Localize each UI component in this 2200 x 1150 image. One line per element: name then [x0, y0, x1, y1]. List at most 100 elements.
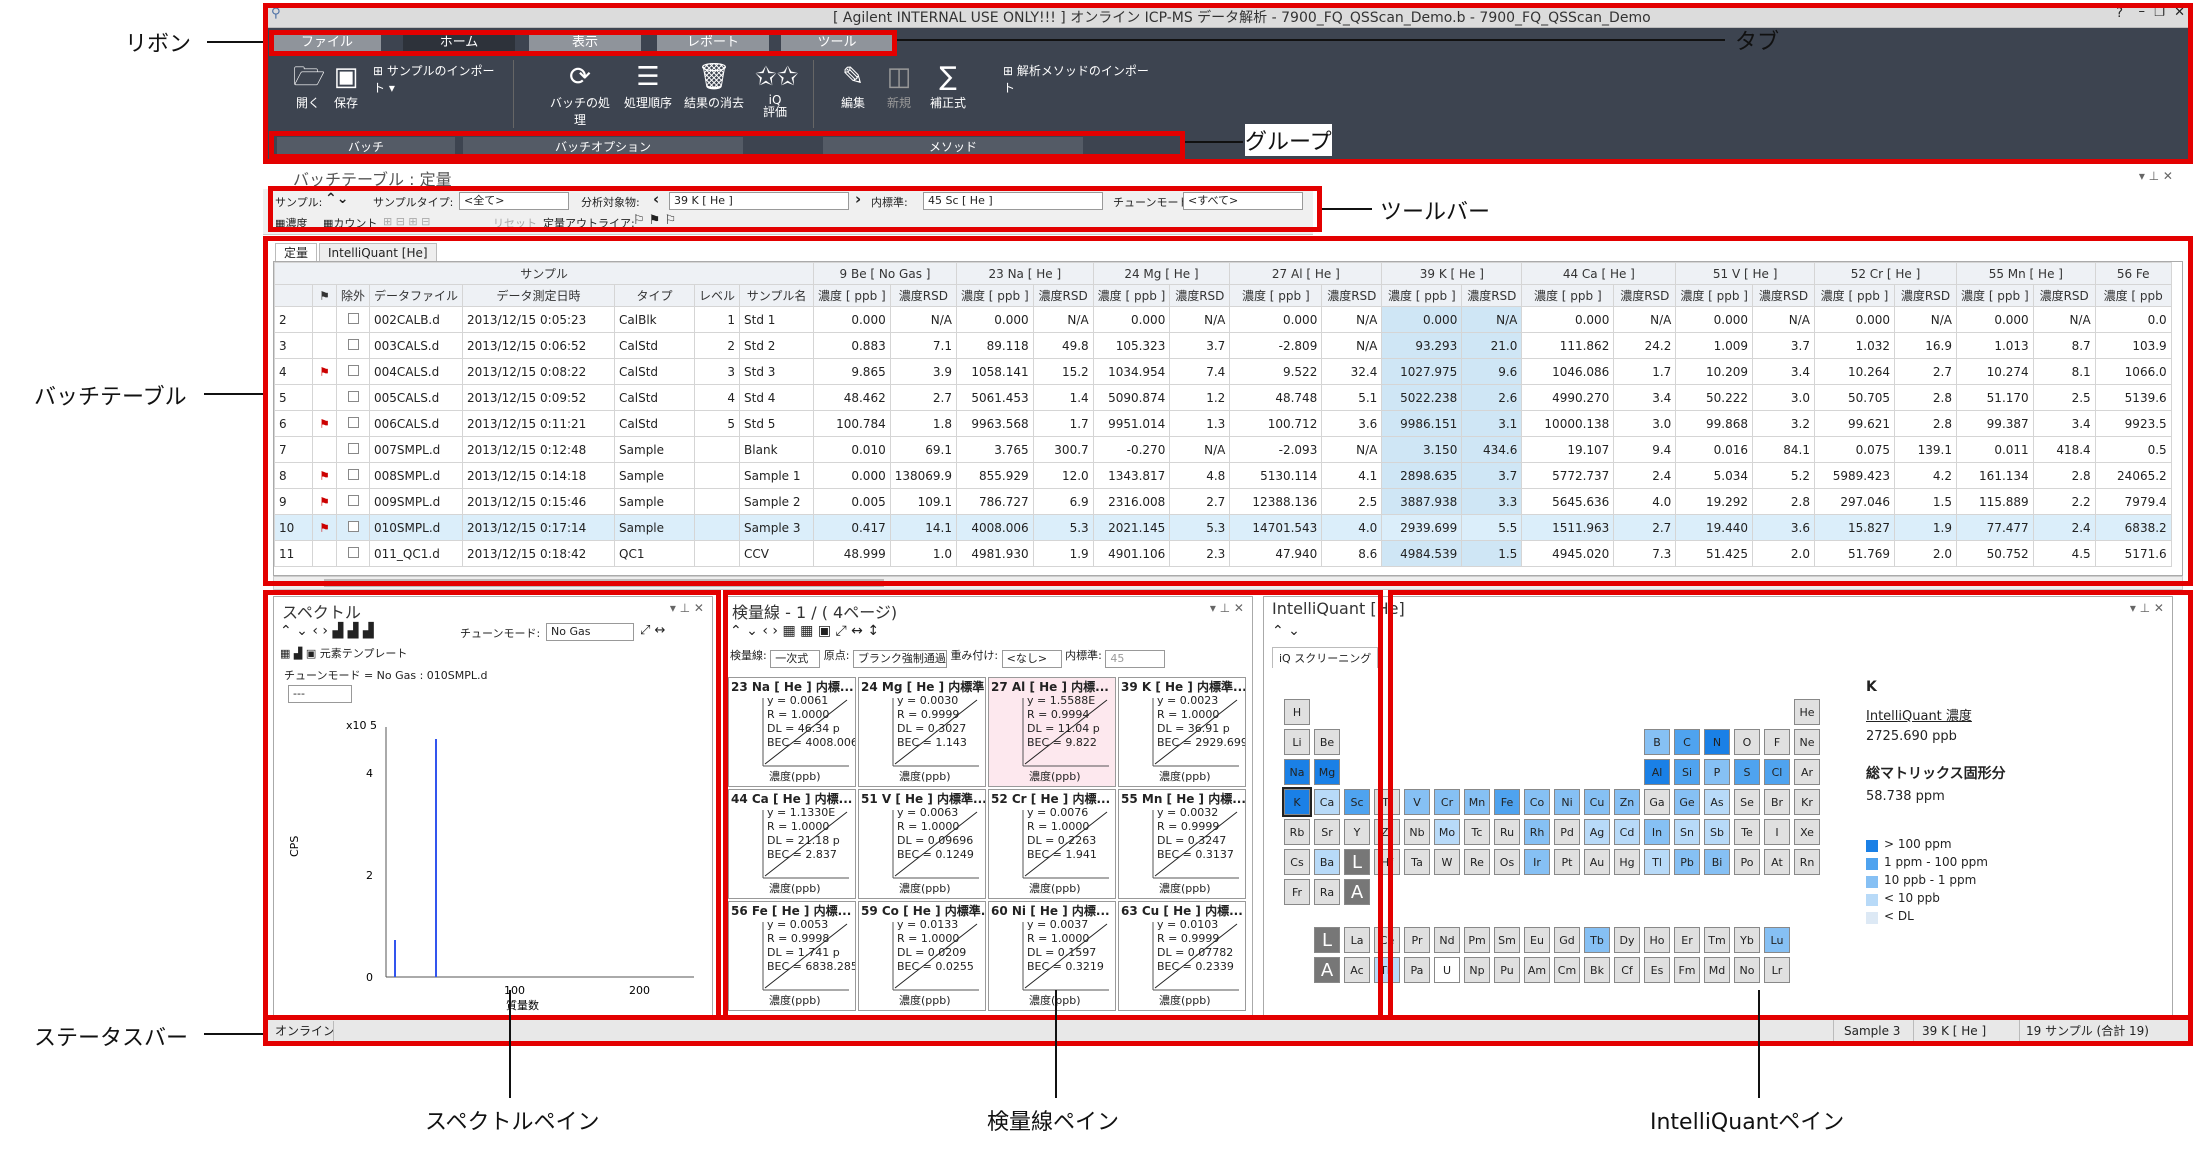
- element-cell[interactable]: Ga: [1644, 789, 1670, 815]
- element-header[interactable]: 55 Mn [ He ]: [1956, 262, 2096, 285]
- analyte-select[interactable]: 39 K [ He ]: [669, 192, 849, 210]
- iq-link[interactable]: IntelliQuant 濃度: [1866, 705, 1972, 724]
- element-cell[interactable]: Zr: [1374, 819, 1400, 845]
- sample-type[interactable]: Sample: [614, 488, 696, 515]
- element-cell[interactable]: La: [1344, 927, 1370, 953]
- tab-home[interactable]: ホーム: [403, 31, 515, 55]
- element-cell[interactable]: Dy: [1614, 927, 1640, 953]
- pane-controls[interactable]: ▾ ⊥ ✕: [2130, 601, 2164, 615]
- calibration-curve-cell[interactable]: 52 Cr [ He ] 内標... y = 0.0076 R = 1.0000 …: [988, 789, 1116, 899]
- element-cell[interactable]: Fe: [1494, 789, 1520, 815]
- element-cell[interactable]: Tm: [1704, 927, 1730, 953]
- element-cell[interactable]: Co: [1524, 789, 1550, 815]
- element-cell[interactable]: Na: [1284, 759, 1310, 785]
- element-header[interactable]: 56 Fe: [2094, 262, 2172, 285]
- table-row[interactable]: 3 003CALS.d 2013/12/15 0:06:52 CalStd 2 Std 2…: [274, 332, 2172, 359]
- element-cell[interactable]: H: [1284, 699, 1310, 725]
- element-cell[interactable]: Ho: [1644, 927, 1670, 953]
- element-cell[interactable]: Hf: [1374, 849, 1400, 875]
- tab-quant[interactable]: 定量: [275, 243, 318, 261]
- column-header[interactable]: 濃度RSD: [1321, 284, 1383, 307]
- table-row[interactable]: 10 ⚑ 010SMPL.d 2013/12/15 0:17:14 Sample Samp…: [274, 514, 2172, 541]
- import-sample-button[interactable]: ⊞ サンプルのインポート ▾: [373, 62, 503, 96]
- table-row[interactable]: 7 007SMPL.d 2013/12/15 0:12:48 Sample Blank 0…: [274, 436, 2172, 463]
- column-header[interactable]: 濃度RSD: [1169, 284, 1231, 307]
- element-cell[interactable]: I: [1764, 819, 1790, 845]
- element-cell[interactable]: Be: [1314, 729, 1340, 755]
- element-cell[interactable]: Cr: [1434, 789, 1460, 815]
- sample-type-select[interactable]: <全て>: [459, 192, 569, 210]
- element-cell[interactable]: At: [1764, 849, 1790, 875]
- cal-istd-select[interactable]: 45: [1105, 650, 1166, 668]
- element-cell[interactable]: Cu: [1584, 789, 1610, 815]
- correction-button[interactable]: ∑ 補正式: [923, 60, 973, 111]
- element-cell[interactable]: Lr: [1764, 957, 1790, 983]
- pane-controls[interactable]: ▾ ⊥ ✕: [1210, 601, 1244, 615]
- element-cell[interactable]: Cf: [1614, 957, 1640, 983]
- column-header[interactable]: タイプ: [614, 284, 696, 307]
- edit-button[interactable]: ✎ 編集: [833, 60, 873, 111]
- column-header[interactable]: 濃度RSD: [1894, 284, 1957, 307]
- element-cell[interactable]: Pa: [1404, 957, 1430, 983]
- element-cell[interactable]: Mg: [1314, 759, 1340, 785]
- table-row[interactable]: 2 002CALB.d 2013/12/15 0:05:23 CalBlk 1 Std 1…: [274, 306, 2172, 333]
- close-icon[interactable]: ✕: [2174, 5, 2185, 20]
- column-header[interactable]: レベル: [694, 284, 741, 307]
- element-header[interactable]: 23 Na [ He ]: [955, 262, 1094, 285]
- batch-process-button[interactable]: ⟳ バッチの処理: [545, 60, 615, 128]
- element-cell[interactable]: Re: [1464, 849, 1490, 875]
- element-cell[interactable]: Lu: [1764, 927, 1790, 953]
- calibration-curve-cell[interactable]: 55 Mn [ He ] 内標... y = 0.0032 R = 0.9999 …: [1118, 789, 1246, 899]
- element-cell[interactable]: Pr: [1404, 927, 1430, 953]
- exclude-checkbox[interactable]: [347, 494, 359, 506]
- column-header[interactable]: 濃度RSD: [889, 284, 957, 307]
- element-cell[interactable]: B: [1644, 729, 1670, 755]
- element-cell[interactable]: Pt: [1554, 849, 1580, 875]
- next-analyte-icon[interactable]: ›: [855, 190, 861, 208]
- element-cell[interactable]: Pd: [1554, 819, 1580, 845]
- clear-results-button[interactable]: 🗑 結果の消去: [679, 60, 749, 111]
- element-cell[interactable]: He: [1794, 699, 1820, 725]
- element-cell[interactable]: Bk: [1584, 957, 1610, 983]
- element-cell[interactable]: Ba: [1314, 849, 1340, 875]
- element-cell[interactable]: Cs: [1284, 849, 1310, 875]
- element-cell[interactable]: Sr: [1314, 819, 1340, 845]
- element-cell[interactable]: Rn: [1794, 849, 1820, 875]
- element-cell[interactable]: Rb: [1284, 819, 1310, 845]
- element-cell[interactable]: Ca: [1314, 789, 1340, 815]
- element-cell[interactable]: Cd: [1614, 819, 1640, 845]
- exclude-checkbox[interactable]: [347, 364, 359, 376]
- up-arrow-icon[interactable]: ⌃⌄: [325, 191, 348, 207]
- element-cell[interactable]: Ir: [1524, 849, 1550, 875]
- minimize-icon[interactable]: –: [2139, 4, 2146, 19]
- element-cell[interactable]: Fm: [1674, 957, 1700, 983]
- element-cell[interactable]: Cm: [1554, 957, 1580, 983]
- element-cell[interactable]: Bi: [1704, 849, 1730, 875]
- restore-icon[interactable]: ❐: [2154, 5, 2165, 19]
- sample-type[interactable]: CalStd: [614, 358, 696, 385]
- column-header[interactable]: 濃度RSD: [2032, 284, 2096, 307]
- element-cell[interactable]: Al: [1644, 759, 1670, 785]
- help-icon[interactable]: ?: [2116, 6, 2123, 21]
- exclude-checkbox[interactable]: [347, 442, 359, 454]
- calibration-curve-cell[interactable]: 27 Al [ He ] 内標... y = 1.5588E R = 0.9994…: [988, 677, 1116, 787]
- element-cell[interactable]: Zn: [1614, 789, 1640, 815]
- istd-field[interactable]: 45 Sc [ He ]: [923, 192, 1103, 210]
- tab-file[interactable]: ファイル: [273, 31, 381, 55]
- exclude-checkbox[interactable]: [347, 338, 359, 350]
- element-cell[interactable]: A: [1344, 879, 1370, 905]
- exclude-checkbox[interactable]: [347, 468, 359, 480]
- column-header[interactable]: 濃度 [ ppb ]: [1675, 284, 1753, 307]
- process-order-button[interactable]: ☰ 処理順序: [615, 60, 681, 111]
- template-button[interactable]: ▦ ▟ ▣ 元素テンプレート: [280, 645, 407, 661]
- exclude-checkbox[interactable]: [347, 416, 359, 428]
- new-button[interactable]: ◫ 新規: [879, 60, 919, 111]
- iq-nav-icons[interactable]: ⌃ ⌄: [1272, 623, 1300, 639]
- element-cell[interactable]: Ac: [1344, 957, 1370, 983]
- tab-tools[interactable]: ツール: [781, 31, 893, 55]
- element-cell[interactable]: Se: [1734, 789, 1760, 815]
- sample-type[interactable]: QC1: [614, 540, 696, 567]
- element-cell[interactable]: Ce: [1374, 927, 1400, 953]
- spectrum-zoom-icons[interactable]: ⤢ ↔: [640, 623, 665, 638]
- element-cell[interactable]: Er: [1674, 927, 1700, 953]
